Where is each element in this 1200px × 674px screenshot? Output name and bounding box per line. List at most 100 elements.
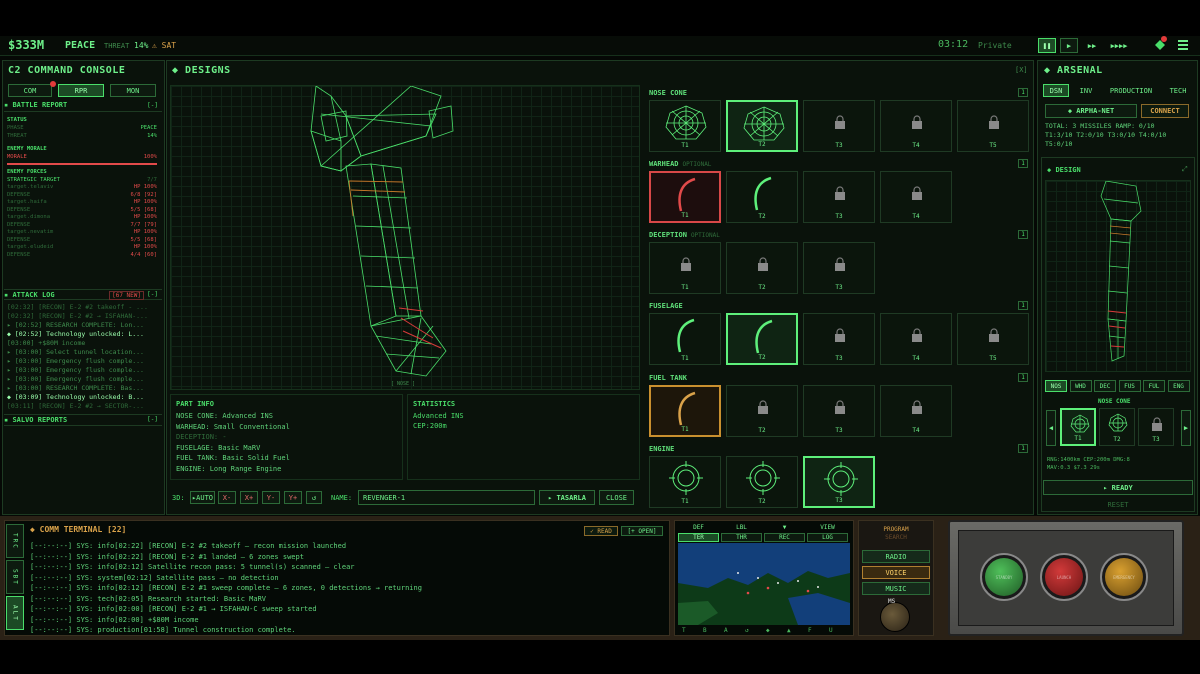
tile-label: T5	[989, 142, 997, 149]
part-tab[interactable]: DEC	[1094, 380, 1116, 392]
close-design-button[interactable]: CLOSE	[599, 490, 634, 505]
collapse-icon[interactable]: [-]	[147, 416, 158, 423]
open-terminal-button[interactable]: [+ OPEN]	[621, 526, 663, 536]
arsenal-nose-tile[interactable]: T3	[1138, 408, 1174, 446]
rotate-button[interactable]: ↺	[306, 491, 322, 504]
part-tile[interactable]: T3	[803, 100, 875, 152]
designs-close-icon[interactable]: [X]	[1015, 66, 1028, 74]
part-tile[interactable]: T1	[649, 456, 721, 508]
arpha-net-button[interactable]: ◆ ARPHA-NET	[1045, 104, 1137, 118]
rotate-button[interactable]: X+	[240, 491, 258, 504]
part-tile[interactable]: T4	[880, 100, 952, 152]
tile-label: T4	[912, 142, 920, 149]
morale-row: MORALE 100%	[7, 154, 157, 162]
pause-button[interactable]: ❚❚	[1038, 38, 1056, 53]
part-tile[interactable]: T4	[880, 385, 952, 437]
collapse-icon[interactable]: [-]	[147, 102, 158, 109]
terminal-side-tab[interactable]: TRC	[6, 524, 24, 558]
console-button-launch[interactable]: LAUNCH	[1040, 553, 1088, 601]
map-top-tab[interactable]: VIEW	[807, 523, 848, 532]
radio-button[interactable]: RADIO	[862, 550, 930, 563]
part-tab[interactable]: ENG	[1167, 380, 1190, 392]
console-button-standby[interactable]: STANDBY	[980, 553, 1028, 601]
map-top-tab[interactable]: LBL	[721, 523, 762, 532]
alert-icon[interactable]: 0	[1155, 36, 1167, 50]
collapse-icon[interactable]: [-]	[147, 291, 158, 298]
rotate-button[interactable]: Y+	[284, 491, 302, 504]
volume-knob[interactable]	[880, 602, 910, 632]
tab-com[interactable]: COM	[8, 84, 52, 97]
part-tile[interactable]: T1	[649, 313, 721, 365]
part-tile[interactable]: T1	[649, 242, 721, 294]
part-tile[interactable]: T2	[726, 456, 798, 508]
part-tile[interactable]: T1	[649, 385, 721, 437]
arsenal-nose-tile[interactable]: T1	[1060, 408, 1096, 446]
part-tile[interactable]: T2	[726, 242, 798, 294]
minimap-view[interactable]	[678, 543, 850, 625]
part-tile[interactable]: T5	[957, 100, 1029, 152]
fast-button[interactable]: ▶▶	[1082, 38, 1102, 53]
part-tab[interactable]: FUL	[1143, 380, 1165, 392]
part-tile[interactable]: T3	[803, 385, 875, 437]
part-count-badge: 1	[1018, 230, 1028, 239]
ready-button[interactable]: ▸ READY	[1043, 480, 1193, 495]
part-tile[interactable]: T1	[649, 100, 721, 152]
part-tile[interactable]: T2	[726, 385, 798, 437]
save-design-button[interactable]: ▸ TASARLA	[539, 490, 595, 505]
map-bottom-tab[interactable]: LOG	[807, 533, 848, 542]
map-bottom-tab[interactable]: TER	[678, 533, 719, 542]
rotate-button[interactable]: X-	[218, 491, 236, 504]
part-tab[interactable]: WHD	[1069, 380, 1092, 392]
part-tile[interactable]: T5	[957, 313, 1029, 365]
play-button[interactable]: ▶	[1060, 38, 1078, 53]
connect-button[interactable]: CONNECT	[1141, 104, 1189, 118]
tab-inv[interactable]: INV	[1072, 84, 1100, 97]
map-bottom-tab[interactable]: REC	[764, 533, 805, 542]
rotate-button[interactable]: ▸AUTO	[190, 491, 215, 504]
map-top-tab[interactable]: DEF	[678, 523, 719, 532]
part-info-line: NOSE CONE: Advanced INS	[176, 412, 273, 420]
part-tile[interactable]: T2	[726, 171, 798, 223]
fastest-button[interactable]: ▶▶▶▶	[1106, 38, 1132, 53]
part-tile[interactable]: T2	[726, 100, 798, 152]
salvo-header[interactable]: ▪ SALVO REPORTS [-]	[4, 414, 162, 426]
prev-arrow-button[interactable]: ◀	[1046, 410, 1056, 446]
threat-value-row: 14%	[147, 132, 157, 139]
part-tile[interactable]: T2	[726, 313, 798, 365]
map-top-tab[interactable]: ▼	[764, 523, 805, 532]
part-tile[interactable]: T3	[803, 242, 875, 294]
music-button[interactable]: MUSIC	[862, 582, 930, 595]
terminal-side-tab[interactable]: SBT	[6, 560, 24, 594]
attack-log-header[interactable]: ▪ ATTACK LOG [67 NEW] [-]	[4, 289, 162, 300]
rotate-button[interactable]: Y-	[262, 491, 280, 504]
tab-tech[interactable]: TECH	[1162, 84, 1194, 97]
tab-mon[interactable]: MON	[110, 84, 156, 97]
battle-report-header[interactable]: ▪ BATTLE REPORT [-]	[4, 101, 162, 112]
stats-line: Advanced INS	[413, 412, 464, 420]
log-entry: ◆ [02:52] Technology unlocked: L...	[7, 330, 144, 338]
tab-rpr[interactable]: RPR	[58, 84, 104, 97]
console-button-emergency[interactable]: EMERGENCY	[1100, 553, 1148, 601]
missile-3d-viewer[interactable]: [ NOSE ]	[170, 85, 640, 390]
phase-key: PHASE	[7, 125, 24, 131]
arsenal-nose-tile[interactable]: T2	[1099, 408, 1135, 446]
next-arrow-button[interactable]: ▶	[1181, 410, 1191, 446]
part-tile[interactable]: T1	[649, 171, 721, 223]
reset-button[interactable]: RESET	[1043, 499, 1193, 511]
tab-dsn[interactable]: DSN	[1043, 84, 1069, 97]
part-tile[interactable]: T3	[803, 456, 875, 508]
part-tile[interactable]: T3	[803, 171, 875, 223]
part-tile[interactable]: T4	[880, 313, 952, 365]
terminal-side-tab[interactable]: ALT	[6, 596, 24, 630]
design-name-input[interactable]	[358, 490, 535, 505]
map-bottom-tab[interactable]: THR	[721, 533, 762, 542]
part-tile[interactable]: T4	[880, 171, 952, 223]
menu-icon[interactable]	[1178, 40, 1188, 50]
tab-production[interactable]: PRODUCTION	[1103, 84, 1159, 97]
voice-button[interactable]: VOICE	[862, 566, 930, 579]
mark-read-button[interactable]: ✓ READ	[584, 526, 618, 536]
part-tile[interactable]: T3	[803, 313, 875, 365]
expand-icon[interactable]: ⤢	[1182, 165, 1188, 174]
part-tab[interactable]: FUS	[1118, 380, 1141, 392]
part-tab[interactable]: NOS	[1045, 380, 1067, 392]
